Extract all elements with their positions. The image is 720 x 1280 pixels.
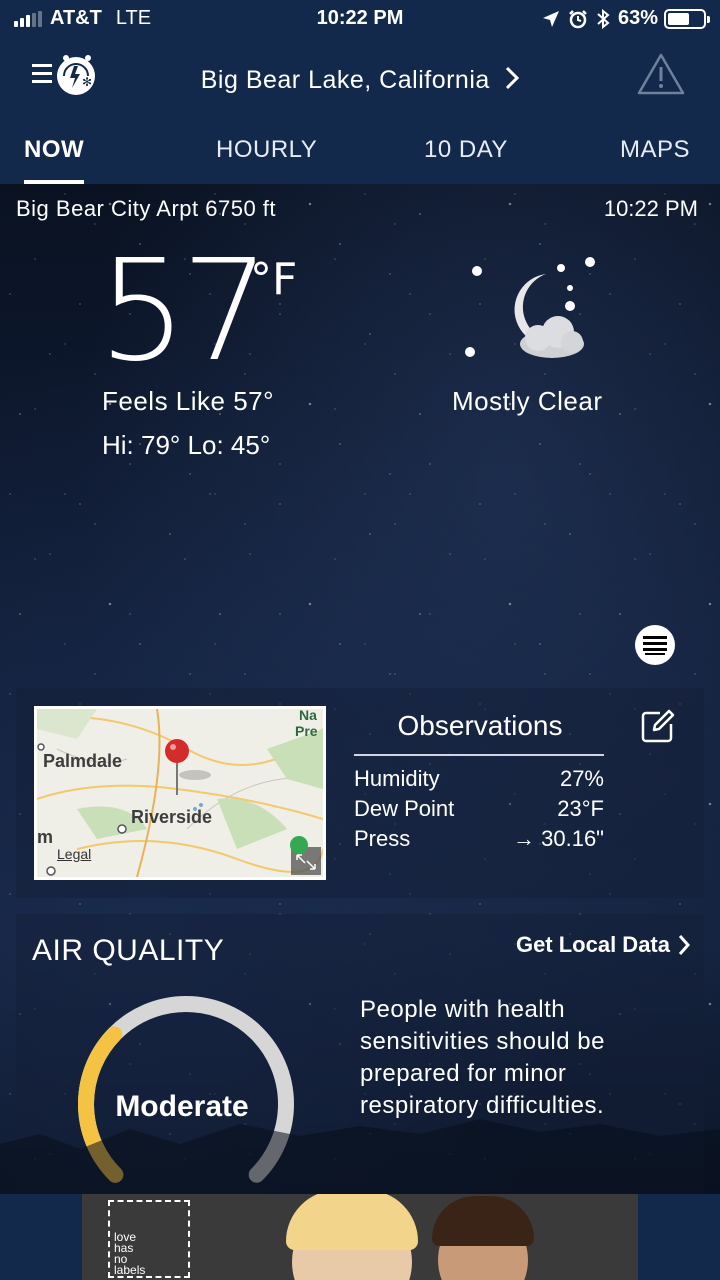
get-local-data-link[interactable]: Get Local Data [516,932,690,958]
observations-title: Observations [397,710,563,741]
ad-image-hair [286,1194,418,1250]
bluetooth-icon [596,8,610,29]
observation-value: 27% [559,766,604,791]
observation-value: → 30.16" [513,826,604,851]
get-local-data-label: Get Local Data [515,932,670,957]
battery-fill [668,12,689,25]
ad-image-hair-2 [432,1196,534,1246]
tab-hourly-label: HOURLY [216,136,318,163]
air-quality-title: AIR QUALITY [32,934,225,967]
hi-lo-temps: Hi: 79° Lo: 45° [102,430,271,460]
tab-now[interactable]: NOW [24,136,85,184]
edit-icon[interactable] [640,708,676,744]
advertisement[interactable]: love has no labels [82,1194,638,1280]
tab-bar: NOW HOURLY 10 DAY MAPS [0,128,720,184]
tab-now-label: NOW [24,136,85,163]
observation-value: 23°F [557,796,604,821]
tab-maps-label: MAPS [620,136,691,163]
location-map[interactable]: Palmdale Riverside m Na Pre Legal [34,706,326,880]
moon-cloud-icon [460,254,600,374]
alarm-clock-icon [568,9,588,29]
status-bar: AT&T LTE 10:22 PM 63% [0,0,720,38]
location-selector[interactable]: Big Bear Lake, California [0,66,720,97]
status-right: 63% [542,7,710,30]
observation-label: Press [354,826,411,851]
map-label-riverside: Riverside [131,807,213,827]
feels-like: Feels Like 57° [102,386,275,416]
observation-label: Dew Point [354,796,455,821]
observation-time: 10:22 PM [603,196,698,221]
tab-10-day[interactable]: 10 DAY [424,136,508,164]
battery-icon [664,8,710,29]
app-header: AT&T LTE 10:22 PM 63% ✻ Big Bear Lake, C… [0,0,720,184]
tab-hourly[interactable]: HOURLY [216,136,317,164]
condition-text: Mostly Clear [452,386,603,416]
ad-logo: love has no labels [108,1200,190,1278]
ad-banner: love has no labels [0,1194,720,1280]
observations-panel: Palmdale Riverside m Na Pre Legal Observ… [16,688,704,898]
battery-percent: 63% [617,7,658,29]
station-name: Big Bear City Arpt 6750 ft [16,196,277,221]
map-label-corner-1: Na [299,707,317,723]
location-header: ✻ Big Bear Lake, California [0,44,720,120]
tab-10-day-label: 10 DAY [424,136,508,163]
observation-label: Humidity [354,766,440,791]
map-label-partial: m [37,827,54,847]
chevron-right-icon [678,934,690,956]
map-label-palmdale: Palmdale [43,751,123,771]
current-temperature: 57 [98,230,270,393]
ad-text-line: labels [114,1263,146,1277]
location-arrow-icon [542,10,560,28]
list-icon[interactable] [635,625,675,665]
location-name: Big Bear Lake, California [200,66,490,95]
observations-divider [354,754,604,756]
map-label-corner-2: Pre [295,723,318,739]
warning-icon[interactable] [636,52,686,96]
chevron-right-icon [505,66,520,97]
current-conditions: Big Bear City Arpt 6750 ft 10:22 PM 57 °… [0,184,720,1194]
map-legal-link[interactable]: Legal [57,846,91,862]
mountain-silhouette [0,1119,720,1194]
tab-maps[interactable]: MAPS [620,136,690,164]
temperature-unit: °F [250,254,298,305]
